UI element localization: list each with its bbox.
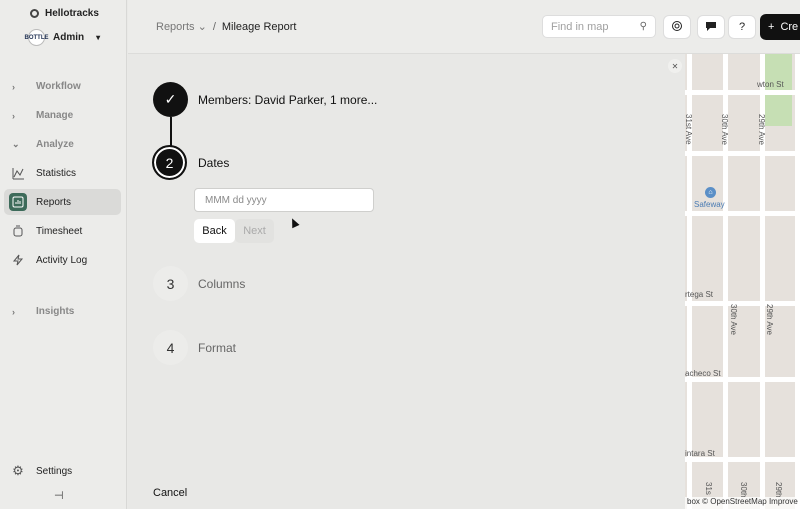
sidebar-item-statistics[interactable]: Statistics [4, 160, 121, 186]
map-label: acheco St [685, 369, 721, 378]
map-search[interactable]: ⚲ [542, 15, 656, 38]
org-switcher[interactable]: Hellotracks [30, 8, 99, 19]
sidebar-item-reports[interactable]: Reports [4, 189, 121, 215]
pin-icon[interactable]: ⊣ [54, 489, 64, 502]
plus-icon: + [768, 21, 775, 33]
breadcrumb-separator: / [212, 20, 216, 33]
sidebar-item-label: Reports [36, 196, 72, 208]
chat-icon [705, 20, 717, 35]
nav-group-label: Workflow [36, 81, 81, 92]
brain-button[interactable] [663, 15, 691, 39]
help-button[interactable]: ? [728, 15, 756, 39]
street [685, 301, 800, 306]
search-icon: ⚲ [639, 21, 647, 32]
chevron-right-icon: › [12, 110, 15, 121]
step-4-number: 4 [166, 339, 175, 356]
chevron-down-icon: ⌄ [197, 21, 207, 33]
step-1-label[interactable]: Members: David Parker, 1 more... [198, 93, 377, 107]
step-4-circle: 4 [153, 330, 188, 365]
map-label: 30th Ave [729, 304, 738, 335]
map-label: 29th Ave [765, 304, 774, 335]
date-input[interactable] [194, 188, 374, 212]
map-label: 30th Ave [720, 114, 729, 145]
avatar: BOTTLE [25, 29, 49, 46]
close-icon[interactable]: ✕ [668, 59, 682, 73]
map-label: 31s [704, 482, 713, 495]
breadcrumb-parent-label: Reports [156, 21, 195, 33]
nav-group-label: Analyze [36, 139, 74, 150]
create-label: Cre [780, 21, 799, 33]
nav-group-label: Manage [36, 110, 74, 121]
step-1-circle[interactable]: ✓ [153, 82, 188, 117]
step-2-circle: 2 [152, 145, 187, 180]
map-label: intara St [685, 449, 715, 458]
chevron-right-icon: › [12, 81, 15, 92]
map-label: 31st Ave [685, 114, 693, 145]
sidebar-item-settings[interactable]: ⚙ Settings [4, 460, 121, 482]
store-icon[interactable]: ⌂ [705, 187, 716, 198]
step-3-circle: 3 [153, 266, 188, 301]
org-name: Hellotracks [45, 8, 99, 19]
street [685, 211, 800, 216]
checkmark-icon: ✓ [164, 91, 177, 107]
sidebar-item-label: Settings [36, 465, 73, 477]
map-label: rtega St [685, 290, 714, 299]
nav-group-analyze[interactable]: ⌄ Analyze [12, 139, 74, 150]
breadcrumb-reports[interactable]: Reports ⌄ [156, 20, 207, 33]
breadcrumb-current: Mileage Report [221, 20, 297, 33]
breadcrumb: Reports ⌄ / Mileage Report [156, 20, 297, 34]
chat-button[interactable] [697, 15, 725, 39]
nav-group-insights[interactable]: › Insights [12, 306, 74, 317]
step-2-label: Dates [198, 156, 230, 170]
chart-icon [9, 164, 27, 182]
org-logo-icon [30, 9, 39, 18]
step-2-number: 2 [165, 154, 174, 171]
chevron-right-icon: › [12, 306, 15, 317]
create-button[interactable]: + Cre [760, 14, 800, 40]
help-label: ? [738, 21, 746, 33]
map-label: wton St [757, 80, 784, 89]
sidebar: Hellotracks BOTTLE Admin ▾ › Workflow › … [0, 0, 127, 509]
map-search-input[interactable] [551, 20, 637, 33]
map-label: 30th [739, 482, 748, 498]
map-poi-label[interactable]: Safeway [694, 200, 725, 209]
back-button[interactable]: Back [194, 219, 235, 243]
nav-group-label: Insights [36, 306, 75, 317]
street [795, 54, 800, 509]
top-bar: Reports ⌄ / Mileage Report ⚲ ? + Cre [128, 0, 800, 54]
step-3-label: Columns [198, 277, 246, 291]
timesheet-icon [9, 222, 27, 240]
nav-group-workflow[interactable]: › Workflow [12, 81, 81, 92]
map-view[interactable]: 31st Ave 30th Ave 29th Ave wton St ⌂ Saf… [685, 54, 800, 509]
map-label: 29th [774, 482, 783, 498]
report-icon [9, 193, 27, 211]
step-connector [170, 117, 172, 146]
map-label: 29th Ave [757, 114, 766, 145]
sidebar-item-label: Timesheet [36, 225, 83, 237]
map-attribution[interactable]: box © OpenStreetMap Improve [685, 497, 800, 509]
cancel-button[interactable]: Cancel [153, 487, 187, 499]
sidebar-item-activity-log[interactable]: Activity Log [4, 247, 121, 273]
street [685, 90, 800, 95]
step-4-label: Format [198, 341, 237, 355]
sidebar-item-label: Activity Log [36, 254, 88, 266]
sidebar-item-timesheet[interactable]: Timesheet [4, 218, 121, 244]
user-name: Admin [53, 32, 85, 43]
chevron-down-icon: ▾ [96, 33, 101, 42]
lightning-icon [9, 251, 27, 269]
brain-icon [671, 20, 683, 35]
street [685, 151, 800, 156]
user-menu[interactable]: BOTTLE Admin ▾ [25, 29, 101, 46]
gear-icon: ⚙ [12, 463, 24, 478]
next-button[interactable]: Next [235, 219, 274, 243]
nav-group-manage[interactable]: › Manage [12, 110, 73, 121]
sidebar-item-label: Statistics [36, 167, 77, 179]
step-3-number: 3 [166, 275, 175, 292]
chevron-down-icon: ⌄ [12, 139, 20, 149]
